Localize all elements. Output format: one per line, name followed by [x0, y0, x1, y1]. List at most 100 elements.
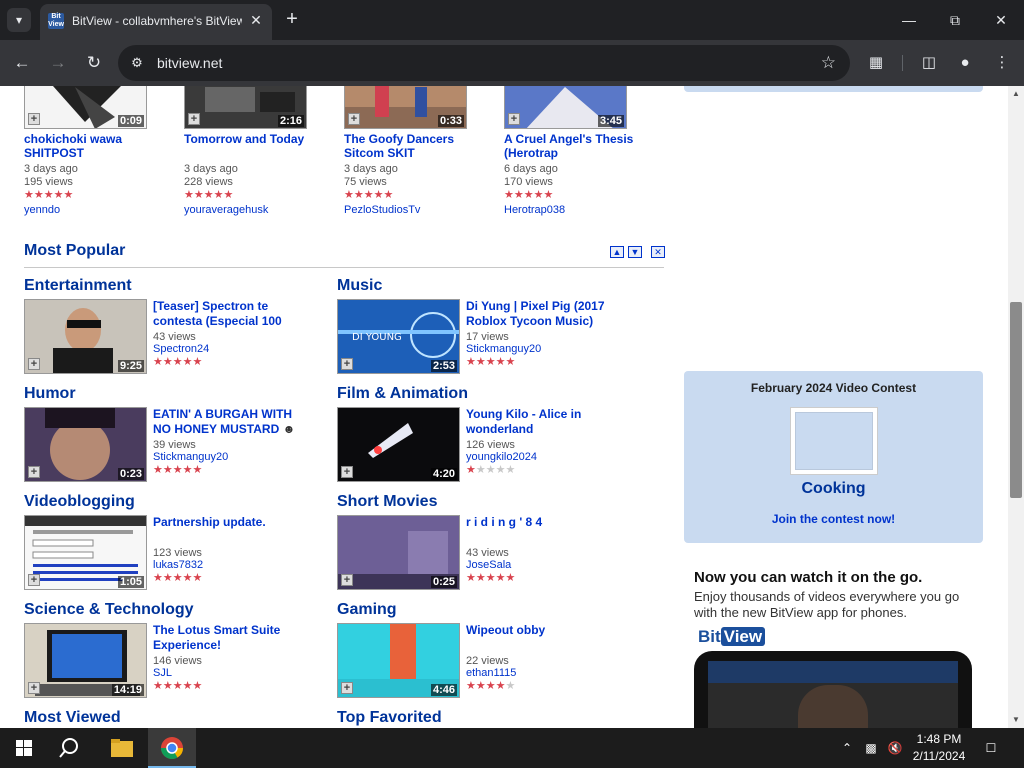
star-icon: ★ [162, 680, 173, 692]
star-icon: ★ [182, 680, 193, 692]
video-thumbnail[interactable]: + 0:33 [344, 86, 467, 129]
plus-icon[interactable]: + [280, 8, 304, 32]
video-title-link[interactable]: [Teaser] Spectron te contesta (Especial … [153, 299, 313, 331]
tab-search-icon[interactable]: ▾ [7, 8, 31, 32]
back-icon[interactable]: ← [8, 49, 36, 77]
address-bar[interactable]: ⚙ bitview.net ☆ [118, 45, 850, 81]
video-title-link[interactable]: Partnership update. [153, 515, 313, 547]
minimize-icon[interactable]: — [886, 0, 932, 40]
active-tab[interactable]: Bit View BitView - collabvmhere's BitVie… [40, 4, 272, 40]
video-thumbnail[interactable]: + 9:25 [24, 299, 147, 374]
show-hidden-icons-icon[interactable]: ⌃ [838, 739, 856, 757]
move-up-icon[interactable]: ▲ [610, 246, 624, 258]
star-icon: ★ [192, 356, 203, 368]
extensions-icon[interactable]: ▦ [862, 49, 890, 77]
uploader-link[interactable]: ethan1115 [466, 667, 516, 679]
mobile-app-ad[interactable]: Now you can watch it on the go. Enjoy th… [684, 559, 983, 728]
video-title-link[interactable]: The Goofy Dancers Sitcom SKIT [344, 132, 474, 160]
video-title-link[interactable]: chokichoki wawa SHITPOST [24, 132, 154, 160]
section-heading-most-viewed[interactable]: Most Viewed [24, 709, 121, 727]
add-to-quicklist-icon[interactable]: + [348, 113, 360, 125]
video-title-link[interactable]: Wipeout obby [466, 623, 626, 655]
contest-image[interactable] [790, 407, 878, 475]
video-thumbnail[interactable]: + 1:05 [24, 515, 147, 590]
video-title-link[interactable]: A Cruel Angel's Thesis (Herotrap [504, 132, 634, 160]
video-title-link[interactable]: Di Yung | Pixel Pig (2017 Roblox Tycoon … [466, 299, 626, 331]
contest-theme-link[interactable]: Cooking [684, 480, 983, 498]
category-heading[interactable]: Science & Technology [24, 601, 194, 619]
start-icon[interactable] [0, 728, 48, 768]
video-thumbnail[interactable]: DI YOUNG + 2:53 [337, 299, 460, 374]
video-thumbnail[interactable]: + 0:09 [24, 86, 147, 129]
add-to-quicklist-icon[interactable]: + [341, 682, 353, 694]
chrome-icon[interactable] [148, 728, 196, 768]
add-to-quicklist-icon[interactable]: + [341, 574, 353, 586]
add-to-quicklist-icon[interactable]: + [188, 113, 200, 125]
video-title-link[interactable]: Young Kilo - Alice in wonderland [466, 407, 626, 439]
reload-icon[interactable]: ↻ [80, 49, 108, 77]
bookmark-star-icon[interactable]: ☆ [821, 53, 836, 73]
uploader-link[interactable]: youngkilo2024 [466, 451, 537, 463]
file-explorer-icon[interactable] [98, 728, 146, 768]
uploader-link[interactable]: youraveragehusk [184, 204, 268, 216]
volume-muted-icon[interactable]: 🔇 [886, 739, 904, 757]
move-down-icon[interactable]: ▼ [628, 246, 642, 258]
page-scrollbar[interactable]: ▲ ▼ [1008, 86, 1024, 728]
add-to-quicklist-icon[interactable]: + [28, 358, 40, 370]
uploader-link[interactable]: Spectron24 [153, 343, 209, 355]
site-info-icon[interactable]: ⚙ [127, 53, 147, 73]
add-to-quicklist-icon[interactable]: + [341, 466, 353, 478]
close-window-icon[interactable]: ✕ [978, 0, 1024, 40]
category-heading[interactable]: Film & Animation [337, 385, 468, 403]
side-panel-icon[interactable]: ◫ [915, 49, 943, 77]
section-heading-top-favorited[interactable]: Top Favorited [337, 709, 442, 727]
uploader-link[interactable]: lukas7832 [153, 559, 203, 571]
profile-icon[interactable]: ● [951, 49, 979, 77]
menu-icon[interactable]: ⋮ [988, 49, 1016, 77]
category-heading[interactable]: Entertainment [24, 277, 132, 295]
join-contest-link[interactable]: Join the contest now! [684, 512, 983, 526]
uploader-link[interactable]: Stickmanguy20 [466, 343, 541, 355]
video-thumbnail[interactable]: + 0:23 [24, 407, 147, 482]
search-icon[interactable] [48, 728, 96, 768]
video-thumbnail[interactable]: + 0:25 [337, 515, 460, 590]
video-title-link[interactable]: r i d i n g ' 8 4 [466, 515, 626, 547]
category-heading[interactable]: Short Movies [337, 493, 437, 511]
video-thumbnail[interactable]: + 4:20 [337, 407, 460, 482]
uploader-link[interactable]: JoseSala [466, 559, 511, 571]
url-text[interactable]: bitview.net [157, 55, 222, 71]
video-thumbnail[interactable]: + 2:16 [184, 86, 307, 129]
system-clock[interactable]: 1:48 PM 2/11/2024 [906, 731, 972, 765]
close-section-icon[interactable]: ✕ [651, 246, 665, 258]
add-to-quicklist-icon[interactable]: + [28, 682, 40, 694]
uploader-link[interactable]: SJL [153, 667, 172, 679]
network-icon[interactable]: ▩ [862, 739, 880, 757]
scroll-up-icon[interactable]: ▲ [1008, 86, 1024, 102]
add-to-quicklist-icon[interactable]: + [341, 358, 353, 370]
video-title-link[interactable]: Tomorrow and Today [184, 132, 314, 160]
notifications-icon[interactable]: ☐ [982, 739, 1000, 757]
category-heading[interactable]: Music [337, 277, 382, 295]
uploader-link[interactable]: Herotrap038 [504, 204, 565, 216]
scroll-down-icon[interactable]: ▼ [1008, 712, 1024, 728]
video-thumbnail[interactable]: + 14:19 [24, 623, 147, 698]
category-heading[interactable]: Videoblogging [24, 493, 135, 511]
add-to-quicklist-icon[interactable]: + [28, 466, 40, 478]
section-title: Most Popular [24, 242, 126, 259]
restore-icon[interactable]: ⧉ [932, 0, 978, 40]
video-title-link[interactable]: EATIN' A BURGAH WITH NO HONEY MUSTARD ☻ [153, 407, 313, 439]
category-heading[interactable]: Gaming [337, 601, 397, 619]
forward-icon[interactable]: → [44, 49, 72, 77]
close-icon[interactable]: ✕ [246, 10, 266, 30]
add-to-quicklist-icon[interactable]: + [28, 574, 40, 586]
add-to-quicklist-icon[interactable]: + [508, 113, 520, 125]
video-thumbnail[interactable]: + 4:46 [337, 623, 460, 698]
add-to-quicklist-icon[interactable]: + [28, 113, 40, 125]
scrollbar-thumb[interactable] [1010, 302, 1022, 498]
video-title-link[interactable]: The Lotus Smart Suite Experience! [153, 623, 313, 655]
category-heading[interactable]: Humor [24, 385, 76, 403]
video-thumbnail[interactable]: + 3:45 [504, 86, 627, 129]
uploader-link[interactable]: Stickmanguy20 [153, 451, 228, 463]
uploader-link[interactable]: yenndo [24, 204, 60, 216]
uploader-link[interactable]: PezloStudiosTv [344, 204, 420, 216]
